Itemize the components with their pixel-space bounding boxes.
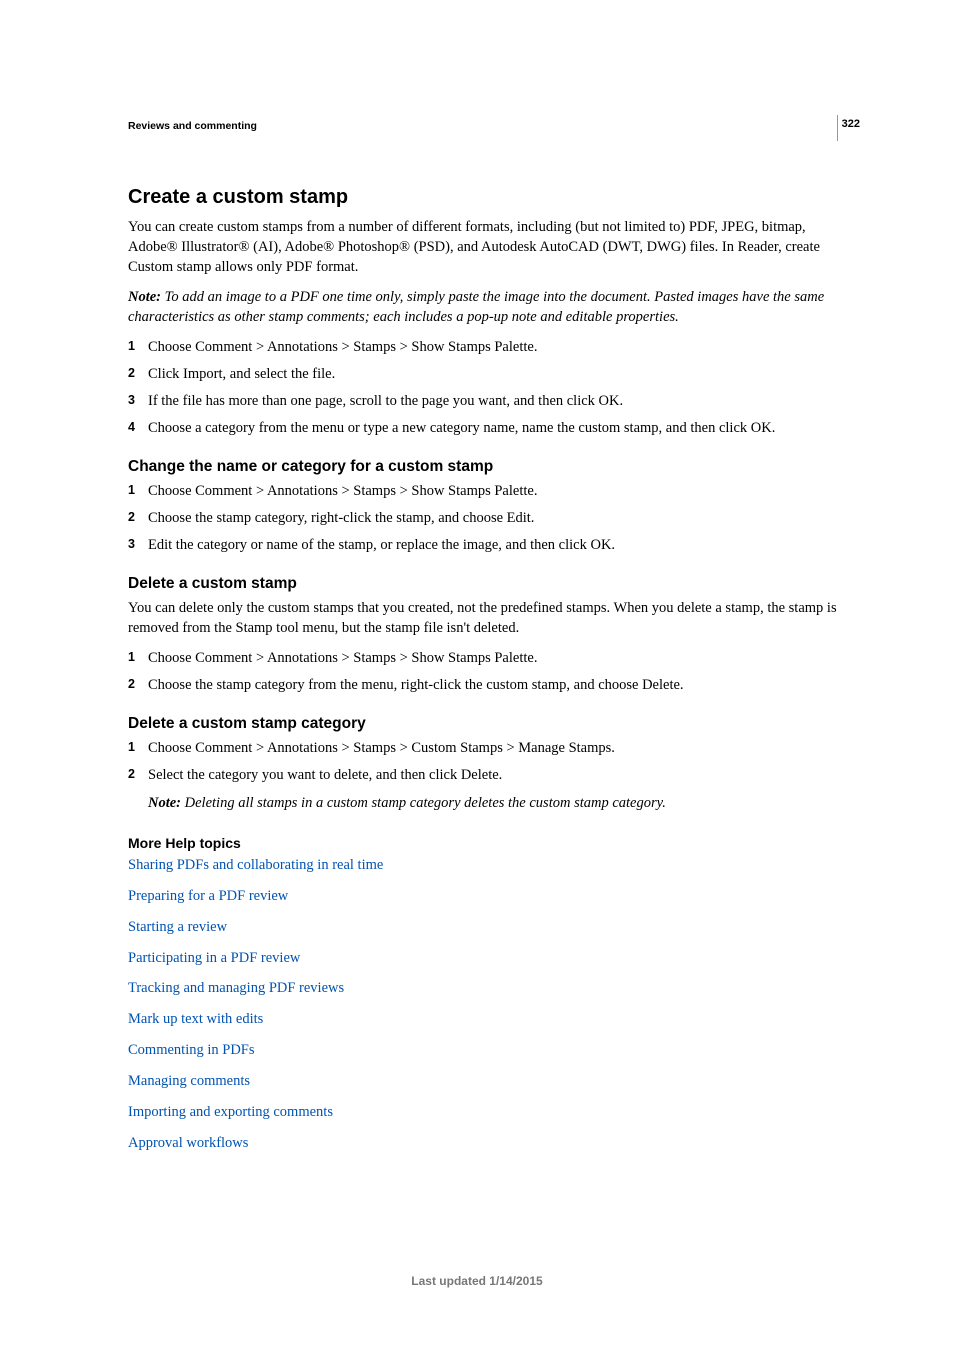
- delete-category-note: Note: Deleting all stamps in a custom st…: [148, 793, 856, 813]
- help-link[interactable]: Managing comments: [128, 1072, 856, 1091]
- help-link[interactable]: Starting a review: [128, 918, 856, 937]
- steps-delete-category: Choose Comment > Annotations > Stamps > …: [128, 738, 856, 813]
- heading-create-custom-stamp: Create a custom stamp: [128, 186, 856, 209]
- step-item: If the file has more than one page, scro…: [128, 391, 856, 411]
- more-help-links: Sharing PDFs and collaborating in real t…: [128, 856, 856, 1152]
- help-link[interactable]: Preparing for a PDF review: [128, 887, 856, 906]
- breadcrumb: Reviews and commenting: [128, 120, 856, 132]
- step-text: Select the category you want to delete, …: [148, 767, 502, 783]
- help-link[interactable]: Commenting in PDFs: [128, 1041, 856, 1060]
- step-item: Choose the stamp category, right-click t…: [128, 508, 856, 528]
- note-label: Note:: [148, 795, 185, 811]
- help-link[interactable]: Tracking and managing PDF reviews: [128, 979, 856, 998]
- step-item: Choose Comment > Annotations > Stamps > …: [128, 738, 856, 758]
- help-link[interactable]: Importing and exporting comments: [128, 1103, 856, 1122]
- steps-delete-stamp: Choose Comment > Annotations > Stamps > …: [128, 648, 856, 695]
- help-link[interactable]: Participating in a PDF review: [128, 949, 856, 968]
- delete-stamp-paragraph: You can delete only the custom stamps th…: [128, 598, 856, 638]
- intro-paragraph: You can create custom stamps from a numb…: [128, 217, 856, 277]
- help-link[interactable]: Mark up text with edits: [128, 1010, 856, 1029]
- heading-more-help-topics: More Help topics: [128, 835, 856, 851]
- intro-note: Note: To add an image to a PDF one time …: [128, 287, 856, 327]
- step-item: Choose Comment > Annotations > Stamps > …: [128, 481, 856, 501]
- step-item: Choose Comment > Annotations > Stamps > …: [128, 648, 856, 668]
- delete-category-note-text: Deleting all stamps in a custom stamp ca…: [185, 795, 666, 811]
- steps-change: Choose Comment > Annotations > Stamps > …: [128, 481, 856, 555]
- step-item: Edit the category or name of the stamp, …: [128, 535, 856, 555]
- steps-create: Choose Comment > Annotations > Stamps > …: [128, 337, 856, 438]
- step-item: Choose a category from the menu or type …: [128, 418, 856, 438]
- heading-delete-stamp-category: Delete a custom stamp category: [128, 715, 856, 733]
- heading-change-name-category: Change the name or category for a custom…: [128, 458, 856, 476]
- step-item: Select the category you want to delete, …: [128, 765, 856, 813]
- page-number: 322: [842, 118, 860, 130]
- help-link[interactable]: Sharing PDFs and collaborating in real t…: [128, 856, 856, 875]
- heading-delete-custom-stamp: Delete a custom stamp: [128, 575, 856, 593]
- page-number-rule: [837, 115, 838, 141]
- step-item: Click Import, and select the file.: [128, 364, 856, 384]
- footer-last-updated: Last updated 1/14/2015: [0, 1274, 954, 1288]
- help-link[interactable]: Approval workflows: [128, 1134, 856, 1153]
- step-item: Choose Comment > Annotations > Stamps > …: [128, 337, 856, 357]
- step-item: Choose the stamp category from the menu,…: [128, 675, 856, 695]
- note-label: Note:: [128, 289, 165, 305]
- intro-note-text: To add an image to a PDF one time only, …: [128, 289, 824, 325]
